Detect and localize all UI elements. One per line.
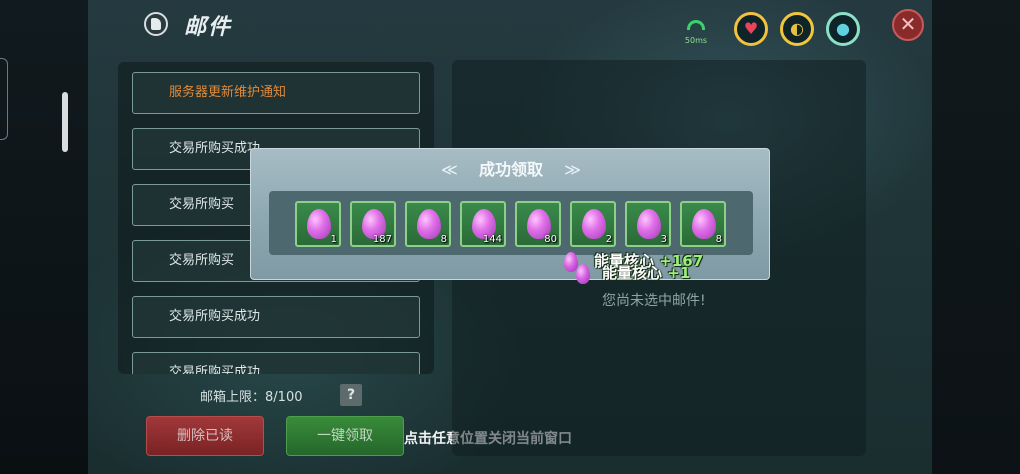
floating-gem-icon bbox=[576, 264, 590, 284]
reward-slot[interactable]: 144 bbox=[460, 201, 506, 247]
signal-icon: 50ms bbox=[680, 20, 712, 50]
list-item[interactable]: 服务器更新维护通知 bbox=[132, 72, 420, 114]
left-margin bbox=[0, 0, 88, 474]
right-margin bbox=[932, 0, 1020, 474]
reward-qty: 2 bbox=[605, 234, 612, 245]
ping-text: 50ms bbox=[684, 36, 708, 45]
mail-icon bbox=[144, 12, 168, 36]
reward-slot[interactable]: 3 bbox=[625, 201, 671, 247]
energy-core-icon bbox=[307, 209, 331, 239]
close-icon[interactable]: ✕ bbox=[892, 9, 924, 41]
reward-slot[interactable]: 1 bbox=[295, 201, 341, 247]
page-title: 邮件 bbox=[184, 15, 233, 40]
floating-gem-icon bbox=[564, 252, 578, 272]
reward-slot[interactable]: 8 bbox=[680, 201, 726, 247]
water-drop-icon[interactable]: ● bbox=[826, 12, 860, 46]
popup-title: 成功领取 bbox=[478, 160, 543, 179]
reward-qty: 187 bbox=[372, 234, 392, 245]
mail-screen: 邮件 50ms ♥ ◐ ● ✕ 服务器更新维护通知 交易所购买成功 交易所购买 … bbox=[88, 0, 932, 474]
mail-title: 交易所购买 bbox=[169, 253, 235, 268]
reward-slot[interactable]: 8 bbox=[405, 201, 451, 247]
stomach-icon[interactable]: ◐ bbox=[780, 12, 814, 46]
popup-header: ≪ 成功领取 ≫ bbox=[441, 157, 581, 183]
delete-read-button[interactable]: 删除已读 bbox=[146, 416, 264, 456]
loot-name: 能量核心 bbox=[602, 264, 663, 282]
edge-frame bbox=[0, 58, 8, 140]
edge-handle[interactable] bbox=[62, 92, 68, 152]
reward-slot[interactable]: 80 bbox=[515, 201, 561, 247]
mail-title: 交易所购买 bbox=[169, 197, 235, 212]
reward-qty: 8 bbox=[715, 234, 722, 245]
reward-qty: 3 bbox=[660, 234, 667, 245]
claim-all-button[interactable]: 一键领取 bbox=[286, 416, 404, 456]
mail-title: 服务器更新维护通知 bbox=[169, 85, 287, 100]
ornament-left-icon: ≪ bbox=[441, 160, 458, 179]
energy-core-icon bbox=[692, 209, 716, 239]
reward-slot[interactable]: 187 bbox=[350, 201, 396, 247]
reward-qty: 144 bbox=[482, 234, 502, 245]
mail-title: 交易所购买成功 bbox=[169, 309, 261, 324]
capacity-value: 8/100 bbox=[265, 390, 303, 405]
mail-title: 交易所购买成功 bbox=[169, 365, 261, 374]
list-item[interactable]: 交易所购买成功 bbox=[132, 352, 420, 374]
ornament-right-icon: ≫ bbox=[564, 160, 581, 179]
empty-state-text: 您尚未选中邮件! bbox=[602, 293, 706, 309]
mailbox-capacity: 邮箱上限：8/100 bbox=[200, 386, 302, 405]
reward-qty: 1 bbox=[330, 234, 337, 245]
reward-slot[interactable]: 2 bbox=[570, 201, 616, 247]
reward-qty: 8 bbox=[440, 234, 447, 245]
loot-notification: 能量核心 +1 bbox=[602, 262, 690, 283]
reward-tray: 1 187 8 144 80 2 3 8 bbox=[269, 191, 753, 255]
loot-amount: +1 bbox=[667, 264, 691, 282]
help-button[interactable]: ? bbox=[340, 384, 362, 406]
energy-core-icon bbox=[417, 209, 441, 239]
list-item[interactable]: 交易所购买成功 bbox=[132, 296, 420, 338]
energy-core-icon bbox=[637, 209, 661, 239]
capacity-label: 邮箱上限： bbox=[200, 390, 266, 405]
heart-icon[interactable]: ♥ bbox=[734, 12, 768, 46]
energy-core-icon bbox=[582, 209, 606, 239]
mail-title: 交易所购买成功 bbox=[169, 141, 261, 156]
reward-qty: 80 bbox=[544, 234, 557, 245]
